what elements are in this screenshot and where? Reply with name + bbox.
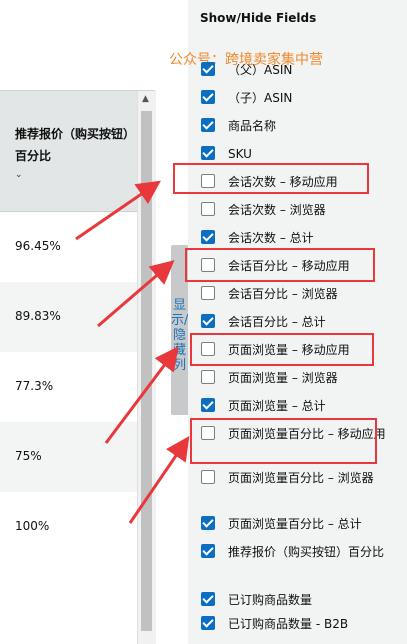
annotation-arrow	[104, 346, 179, 444]
annotation-arrow	[75, 180, 161, 241]
annotation-arrow	[97, 260, 175, 328]
annotation-arrow	[128, 436, 190, 524]
annotation-arrows	[75, 180, 190, 524]
